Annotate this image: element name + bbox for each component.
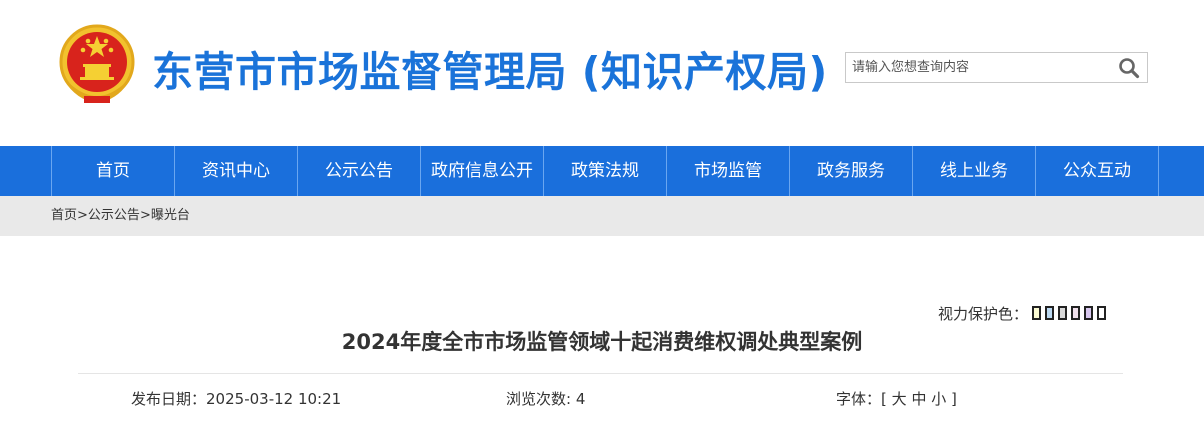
font-size-bracket: ] xyxy=(951,390,957,408)
nav-item-news[interactable]: 资讯中心 xyxy=(175,146,298,196)
nav-item-gov-info[interactable]: 政府信息公开 xyxy=(421,146,544,196)
eye-protect-label: 视力保护色： xyxy=(938,304,1029,323)
font-size-large[interactable]: 大 xyxy=(892,390,907,408)
breadcrumb-bar: 首页>公示公告>曝光台 xyxy=(0,196,1204,236)
breadcrumb-separator: > xyxy=(139,208,151,223)
eye-protect-colors: 视力保护色： xyxy=(938,303,1107,323)
breadcrumb-separator: > xyxy=(77,208,88,223)
title-divider xyxy=(78,373,1123,374)
nav-item-market-supervision[interactable]: 市场监管 xyxy=(667,146,790,196)
color-swatch-gray[interactable] xyxy=(1058,306,1068,320)
article-title: 2024年度全市市场监管领域十起消费维权调处典型案例 xyxy=(341,330,863,354)
nav-item-home[interactable]: 首页 xyxy=(52,146,175,196)
font-size-control: 字体：[ 大 中 小 ] xyxy=(836,388,957,410)
color-swatch-purple[interactable] xyxy=(1084,306,1094,320)
publish-date-value: 2025-03-12 10:21 xyxy=(206,390,342,408)
font-size-medium[interactable]: 中 xyxy=(911,390,926,408)
site-title[interactable]: 东营市市场监督管理局 (知识产权局) xyxy=(152,44,828,100)
breadcrumb-notices[interactable]: 公示公告 xyxy=(88,208,140,223)
main-nav-list: 首页 资讯中心 公示公告 政府信息公开 政策法规 市场监管 政务服务 线上业务 … xyxy=(51,146,1159,196)
search-icon[interactable] xyxy=(1117,56,1141,80)
font-size-small[interactable]: 小 xyxy=(931,390,946,408)
view-count: 浏览次数: 4 xyxy=(506,388,585,410)
nav-item-policy[interactable]: 政策法规 xyxy=(544,146,667,196)
color-swatch-blue[interactable] xyxy=(1045,306,1055,320)
breadcrumb-exposure[interactable]: 曝光台 xyxy=(151,208,190,223)
site-header: 东营市市场监督管理局 (知识产权局) xyxy=(0,0,1204,146)
publish-date: 发布日期：2025-03-12 10:21 xyxy=(131,388,341,410)
nav-item-online-business[interactable]: 线上业务 xyxy=(913,146,1036,196)
breadcrumb-home[interactable]: 首页 xyxy=(51,208,77,223)
main-nav: 首页 资讯中心 公示公告 政府信息公开 政策法规 市场监管 政务服务 线上业务 … xyxy=(0,146,1204,196)
breadcrumb: 首页>公示公告>曝光台 xyxy=(51,196,190,236)
font-size-label: 字体：[ xyxy=(836,390,887,408)
view-count-value: 4 xyxy=(575,390,586,408)
nav-item-public-interaction[interactable]: 公众互动 xyxy=(1036,146,1159,196)
color-swatch-white[interactable] xyxy=(1097,306,1107,320)
color-swatch-yellow[interactable] xyxy=(1032,306,1042,320)
publish-date-label: 发布日期： xyxy=(131,390,207,408)
view-count-label: 浏览次数: xyxy=(506,390,572,408)
national-emblem-icon xyxy=(59,24,135,103)
nav-item-notices[interactable]: 公示公告 xyxy=(298,146,421,196)
search-box xyxy=(845,52,1148,83)
search-input[interactable] xyxy=(846,53,1108,82)
nav-item-gov-services[interactable]: 政务服务 xyxy=(790,146,913,196)
color-swatch-pink[interactable] xyxy=(1071,306,1081,320)
